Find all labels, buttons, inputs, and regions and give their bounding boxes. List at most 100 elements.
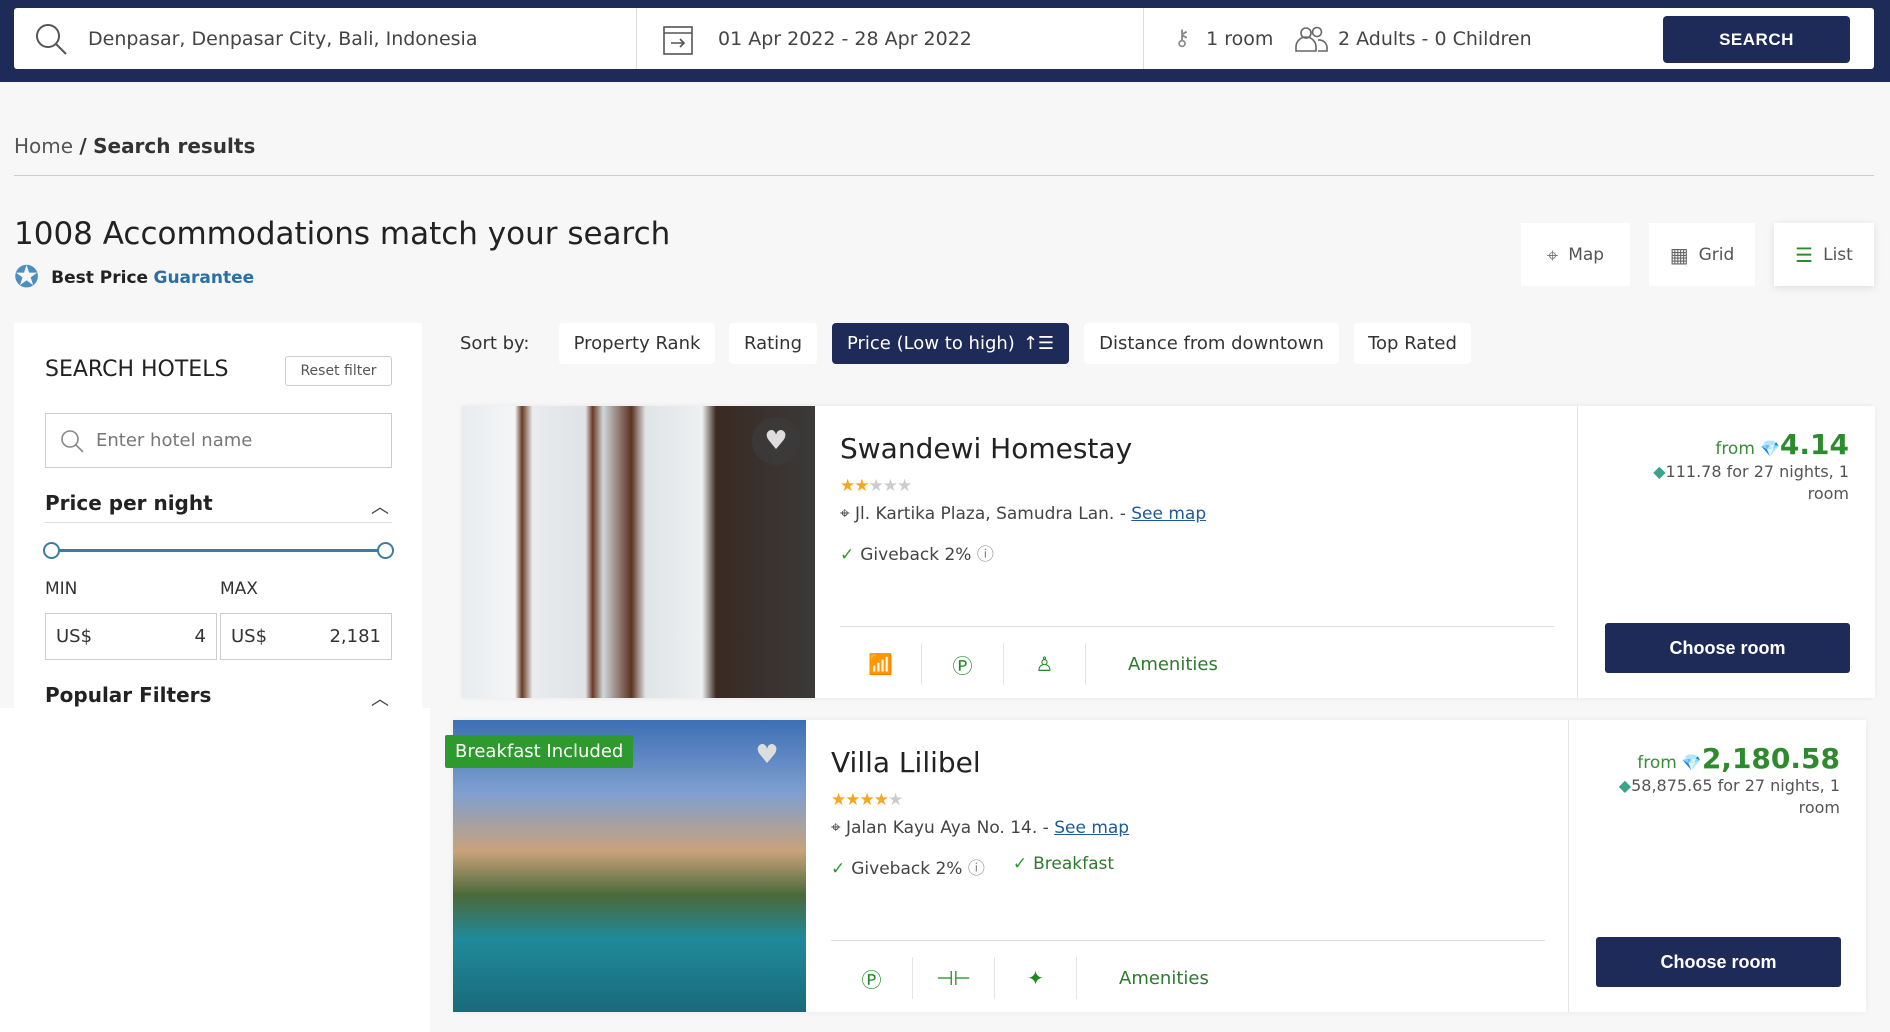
amenities-row: 📶 Ⓟ ♙ Amenities	[840, 643, 1218, 685]
check-icon: ✓	[840, 545, 855, 565]
amenities-link[interactable]: Amenities	[1086, 654, 1218, 675]
list-view-button[interactable]: ☰ List	[1774, 223, 1874, 286]
search-hotels-sidebar: SEARCH HOTELS Reset filter Enter hotel n…	[14, 323, 422, 710]
breadcrumb-current: Search results	[93, 134, 256, 158]
sort-ascending-icon: ↑☰	[1022, 333, 1055, 354]
breakfast-text: Breakfast	[1033, 854, 1115, 874]
wifi-icon: 📶	[840, 643, 922, 685]
top-search-bar: Denpasar, Denpasar City, Bali, Indonesia…	[0, 0, 1890, 82]
search-icon	[36, 23, 67, 55]
hotel-card: Breakfast Included ♥ Villa Lilibel ★★★★★…	[445, 720, 1866, 1012]
favorite-heart-icon[interactable]: ♥	[743, 731, 791, 779]
divider	[14, 175, 1874, 176]
date-value: 01 Apr 2022 - 28 Apr 2022	[718, 27, 972, 50]
max-value: 2,181	[329, 626, 381, 647]
price-block: from 💎2,180.58 ◆58,875.65 for 27 nights,…	[1600, 742, 1840, 819]
breadcrumb: Home / Search results	[14, 134, 255, 158]
page-title: 1008 Accommodations match your search	[14, 216, 671, 252]
hotel-name-input[interactable]: Enter hotel name	[45, 413, 392, 468]
sort-label: Sort by:	[460, 333, 530, 354]
rooms-value: 1 room	[1206, 27, 1274, 50]
divider	[831, 940, 1545, 941]
address-text: Jalan Kayu Aya No. 14. -	[845, 818, 1049, 838]
pin-icon: ⌖	[840, 504, 850, 524]
divider	[1577, 406, 1578, 698]
price-section-title: Price per night	[45, 491, 213, 515]
breakfast-included-badge: Breakfast Included	[445, 735, 634, 768]
check-icon: ✓	[831, 859, 846, 879]
amenities-link[interactable]: Amenities	[1077, 968, 1209, 989]
chevron-up-icon[interactable]: ︿	[371, 493, 389, 519]
rooms-field[interactable]: ⚷ 1 room	[1174, 8, 1273, 69]
price-range-track	[51, 549, 385, 552]
features: ✓ Giveback 2% ⓘ	[840, 540, 994, 565]
tether-icon: 💎	[1681, 753, 1702, 772]
grid-view-button[interactable]: ▦ Grid	[1649, 223, 1755, 286]
total-suffix: for 27 nights, 1 room	[1717, 776, 1840, 817]
search-button[interactable]: SEARCH	[1663, 16, 1850, 63]
breadcrumb-home[interactable]: Home	[14, 134, 73, 158]
total-price: 58,875.65	[1631, 776, 1713, 795]
divider	[1568, 720, 1569, 1012]
hotel-card: ♥ Swandewi Homestay ★★★★★ ⌖ Jl. Kartika …	[462, 406, 1875, 698]
hotel-address: ⌖ Jalan Kayu Aya No. 14. - See map	[831, 818, 1129, 838]
sort-distance[interactable]: Distance from downtown	[1084, 323, 1339, 364]
from-label: from	[1637, 753, 1677, 773]
key-icon: ⚷	[1174, 26, 1191, 51]
hotel-address: ⌖ Jl. Kartika Plaza, Samudra Lan. - See …	[840, 504, 1206, 524]
info-icon[interactable]: ⓘ	[977, 545, 994, 565]
badge-icon: ✪	[14, 260, 40, 295]
location-field[interactable]: Denpasar, Denpasar City, Bali, Indonesia	[34, 8, 477, 69]
sidebar-title: SEARCH HOTELS	[45, 357, 229, 382]
hotel-name[interactable]: Villa Lilibel	[831, 746, 981, 779]
parking-icon: Ⓟ	[831, 957, 913, 999]
max-price-input[interactable]: US$ 2,181	[220, 613, 392, 660]
total-price: 111.78	[1665, 462, 1722, 481]
price-block: from 💎4.14 ◆111.78 for 27 nights, 1 room	[1609, 428, 1849, 505]
divider	[840, 626, 1554, 627]
giveback-text: Giveback 2%	[851, 859, 963, 879]
see-map-link[interactable]: See map	[1131, 504, 1206, 524]
min-value: 4	[194, 626, 206, 647]
divider	[1143, 8, 1144, 69]
sort-rating[interactable]: Rating	[729, 323, 817, 364]
min-price-input[interactable]: US$ 4	[45, 613, 217, 660]
sort-price-low-high[interactable]: Price (Low to high) ↑☰	[832, 323, 1069, 364]
guests-field[interactable]: 2 Adults - 0 Children	[1294, 8, 1532, 69]
fitness-icon: ✦	[995, 957, 1077, 999]
breadcrumb-sep: /	[79, 134, 87, 158]
search-form: Denpasar, Denpasar City, Bali, Indonesia…	[14, 8, 1874, 69]
sort-price-label: Price (Low to high)	[846, 333, 1015, 354]
list-label: List	[1823, 244, 1853, 265]
sort-property-rank[interactable]: Property Rank	[559, 323, 715, 364]
best-price-guarantee: ✪ Best Price Guarantee	[14, 260, 254, 295]
min-slider-handle[interactable]	[43, 542, 60, 559]
sort-top-rated[interactable]: Top Rated	[1354, 323, 1471, 364]
map-label: Map	[1568, 244, 1605, 265]
reset-filter-button[interactable]: Reset filter	[285, 356, 392, 386]
map-view-button[interactable]: ⌖ Map	[1521, 223, 1630, 286]
list-icon: ☰	[1795, 242, 1814, 267]
info-icon[interactable]: ⓘ	[968, 859, 985, 879]
popular-filters-title: Popular Filters	[45, 683, 212, 707]
divider	[636, 8, 637, 69]
divider	[45, 522, 392, 523]
amenities-row: Ⓟ ⊣⊢ ✦ Amenities	[831, 957, 1209, 999]
guests-value: 2 Adults - 0 Children	[1338, 27, 1532, 50]
users-icon	[1295, 26, 1328, 52]
currency: US$	[56, 626, 93, 647]
date-field[interactable]: 01 Apr 2022 - 28 Apr 2022	[662, 8, 972, 69]
hotel-name[interactable]: Swandewi Homestay	[840, 432, 1132, 465]
from-label: from	[1715, 439, 1755, 459]
grid-label: Grid	[1698, 244, 1735, 265]
see-map-link[interactable]: See map	[1054, 818, 1129, 838]
guarantee-link[interactable]: Guarantee	[153, 268, 254, 288]
address-text: Jl. Kartika Plaza, Samudra Lan. -	[854, 504, 1126, 524]
max-slider-handle[interactable]	[377, 542, 394, 559]
tether-icon: ◆	[1653, 462, 1666, 481]
calendar-icon	[663, 25, 693, 55]
favorite-heart-icon[interactable]: ♥	[752, 417, 800, 465]
min-label: MIN	[45, 579, 78, 599]
choose-room-button[interactable]: Choose room	[1605, 623, 1850, 673]
choose-room-button[interactable]: Choose room	[1596, 937, 1841, 987]
